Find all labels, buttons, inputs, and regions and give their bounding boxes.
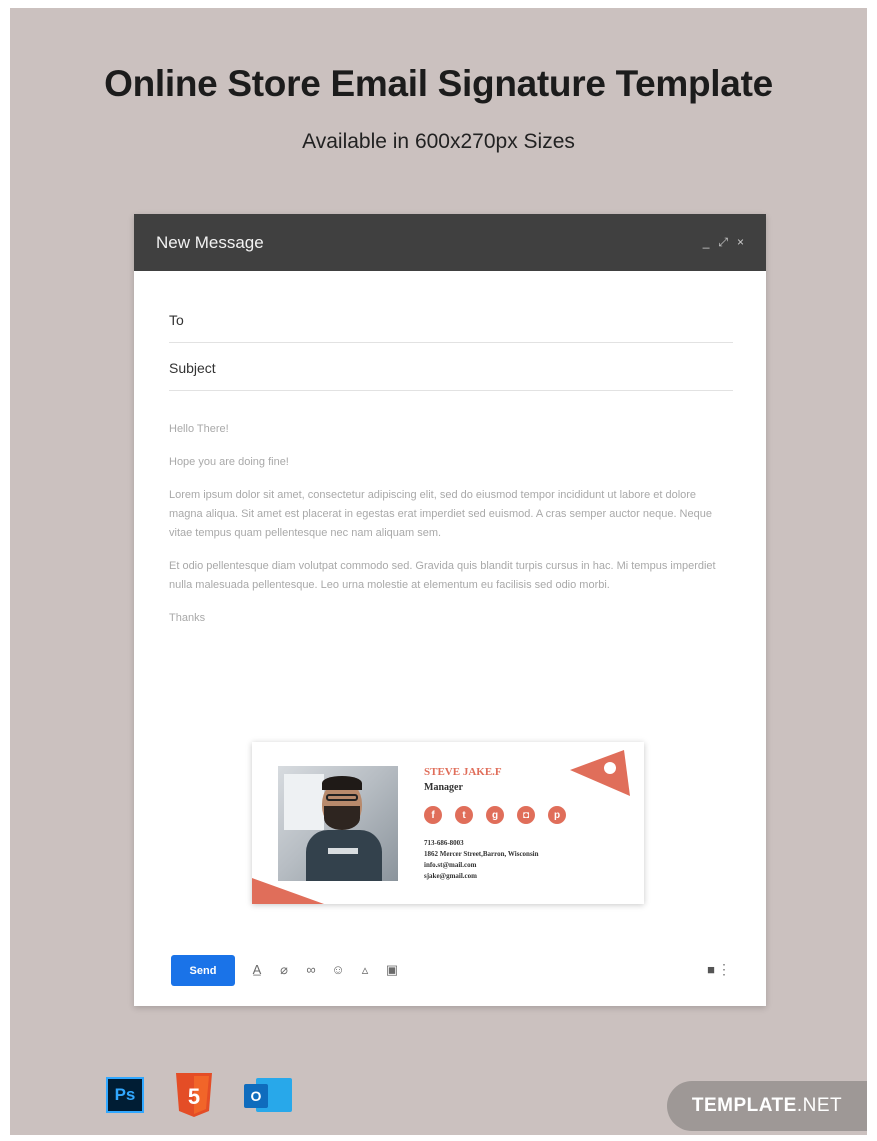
close-icon[interactable]: ×	[737, 235, 744, 250]
window-controls: _ ⤢ ×	[703, 235, 744, 250]
message-body[interactable]: Hello There! Hope you are doing fine! Lo…	[169, 420, 729, 642]
html5-label: 5	[188, 1084, 200, 1109]
format-text-icon[interactable]: A̲	[249, 962, 265, 978]
link-icon[interactable]: ∞	[303, 962, 319, 978]
to-label: To	[169, 312, 184, 328]
compose-window: New Message _ ⤢ × To Subject Hello There…	[134, 214, 766, 1006]
outlook-icon: O	[244, 1074, 294, 1116]
page-subtitle: Available in 600x270px Sizes	[302, 130, 575, 153]
body-paragraph: Lorem ipsum dolor sit amet, consectetur …	[169, 489, 712, 539]
send-button[interactable]: Send	[171, 955, 235, 986]
minimize-icon[interactable]: _	[703, 235, 710, 250]
profile-photo	[278, 766, 398, 881]
email-signature: STEVE JAKE.F Manager f t g ◘ p 713-686-8…	[252, 742, 644, 904]
page-title: Online Store Email Signature Template	[104, 63, 773, 104]
badge-brand: TEMPLATE	[691, 1095, 797, 1116]
compose-titlebar: New Message _ ⤢ ×	[134, 214, 766, 271]
template-net-badge[interactable]: TEMPLATE .NET	[667, 1081, 867, 1131]
format-tools: A̲ ⌀ ∞ ☺ ▵ ▣	[249, 962, 400, 978]
corner-accent-icon	[252, 878, 324, 904]
outlook-label: O	[244, 1084, 268, 1108]
subject-field[interactable]: Subject	[169, 360, 733, 391]
signature-email: info.st@mail.com	[424, 861, 477, 869]
expand-icon[interactable]: ⤢	[718, 235, 728, 250]
signature-contact: 713-686-8003 1862 Mercer Street,Barron, …	[424, 838, 539, 882]
more-options-icon[interactable]: ⋮	[717, 961, 731, 978]
compose-toolbar: Send A̲ ⌀ ∞ ☺ ▵ ▣ ■ ⋮	[171, 955, 733, 987]
app-icons: Ps 5 O	[106, 1073, 294, 1117]
store-logo-flag-icon	[570, 750, 630, 796]
signature-name: STEVE JAKE.F	[424, 766, 502, 778]
sign-off: Thanks	[169, 612, 206, 624]
photo-icon[interactable]: ▣	[384, 962, 400, 978]
compose-title: New Message	[156, 232, 264, 252]
body-paragraph: Et odio pellentesque diam volutpat commo…	[169, 560, 716, 591]
signature-address: 1862 Mercer Street,Barron, Wisconsin	[424, 850, 539, 858]
signature-role: Manager	[424, 782, 463, 793]
attach-icon[interactable]: ⌀	[276, 962, 292, 978]
google-plus-icon[interactable]: g	[486, 806, 504, 824]
badge-tld: .NET	[796, 1095, 843, 1116]
social-icons: f t g ◘ p	[424, 806, 566, 824]
facebook-icon[interactable]: f	[424, 806, 442, 824]
to-field[interactable]: To	[169, 312, 733, 343]
signature-email: sjake@gmail.com	[424, 872, 477, 880]
html5-icon: 5	[176, 1073, 212, 1117]
instagram-icon[interactable]: ◘	[517, 806, 535, 824]
signature-phone: 713-686-8003	[424, 839, 464, 847]
greeting: Hello There!	[169, 423, 229, 435]
emoji-icon[interactable]: ☺	[330, 962, 346, 978]
drive-icon[interactable]: ▵	[357, 962, 373, 978]
twitter-icon[interactable]: t	[455, 806, 473, 824]
body-line: Hope you are doing fine!	[169, 456, 289, 468]
subject-label: Subject	[169, 360, 216, 376]
pinterest-icon[interactable]: p	[548, 806, 566, 824]
photoshop-icon: Ps	[106, 1077, 144, 1113]
trash-icon[interactable]: ■	[707, 962, 715, 977]
